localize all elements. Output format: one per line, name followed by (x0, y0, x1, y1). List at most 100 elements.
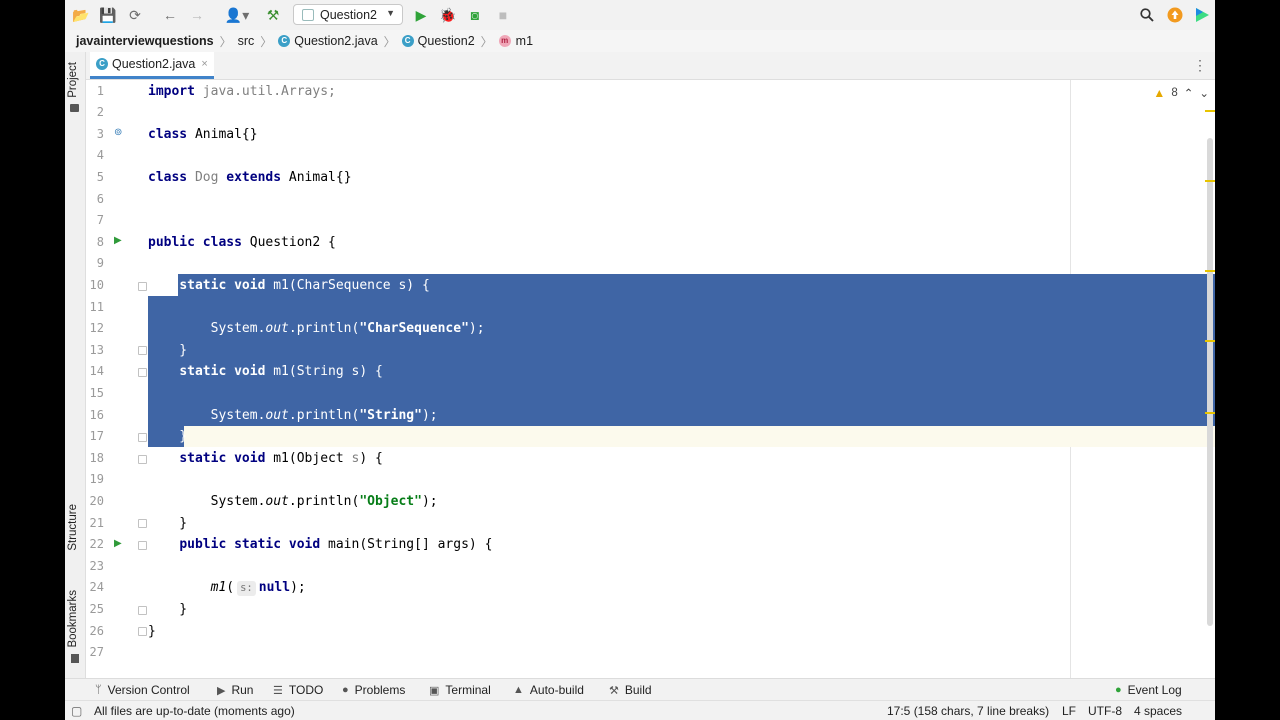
breadcrumb-method[interactable]: m m1 (498, 34, 533, 48)
version-control-tab[interactable]: ᛘ Version Control (95, 683, 190, 697)
breadcrumb-folder[interactable]: src (238, 34, 255, 48)
code-line[interactable]: 8 public class Question2 { (86, 232, 1215, 254)
back-arrow-icon[interactable]: ← (160, 5, 180, 25)
search-icon[interactable] (1137, 5, 1157, 25)
coverage-icon[interactable]: ◙ (465, 5, 485, 25)
project-tool-button[interactable]: Project (67, 62, 79, 98)
code-line[interactable]: 7 (86, 210, 1215, 232)
fold-icon[interactable] (138, 282, 147, 291)
problems-tab[interactable]: ● Problems (342, 683, 405, 697)
code-line[interactable]: 2 (86, 102, 1215, 124)
fold-icon[interactable] (138, 541, 147, 550)
bookmarks-tool-button[interactable]: Bookmarks (67, 590, 79, 648)
fold-icon[interactable] (138, 627, 147, 636)
save-icon[interactable]: 💾 (98, 5, 118, 25)
chevron-up-icon[interactable]: ⌃ (1184, 86, 1194, 100)
code-line[interactable]: 21 } (86, 513, 1215, 535)
run-gutter-icon[interactable]: ▶ (114, 235, 122, 246)
stop-icon[interactable]: ■ (493, 5, 513, 25)
code-editor[interactable]: 1 import java.util.Arrays; 2 3 class Animal{… (86, 80, 1215, 678)
code-line[interactable]: 1 import java.util.Arrays; (86, 81, 1215, 103)
code-text: } (148, 513, 187, 535)
line-separator[interactable]: LF (1062, 704, 1076, 718)
code-line[interactable]: 23 (86, 556, 1215, 578)
breadcrumb-file[interactable]: C Question2.java (278, 34, 378, 48)
status-bar-toggle-icon[interactable]: ▢ (71, 704, 82, 718)
warning-marker[interactable] (1205, 180, 1215, 182)
code-line[interactable]: 12 System.out.println("CharSequence"); (86, 318, 1215, 340)
breadcrumb-class[interactable]: C Question2 (401, 34, 475, 48)
code-line[interactable]: 9 (86, 253, 1215, 275)
indent-setting[interactable]: 4 spaces (1134, 704, 1182, 718)
user-dropdown-icon[interactable]: 👤▾ (223, 5, 251, 25)
caret-position[interactable]: 17:5 (158 chars, 7 line breaks) (887, 704, 1049, 718)
warning-marker[interactable] (1205, 270, 1215, 272)
vertical-scrollbar[interactable] (1205, 108, 1215, 678)
structure-tool-button[interactable]: Structure (67, 504, 79, 551)
open-folder-icon[interactable]: 📂 (71, 5, 91, 25)
code-line[interactable]: 16 System.out.println("String"); (86, 405, 1215, 427)
code-line[interactable]: 13 } (86, 340, 1215, 362)
more-vertical-icon[interactable]: ⋮ (1193, 57, 1207, 74)
tab-label: Question2.java (112, 57, 196, 71)
code-line[interactable]: 17 } (86, 426, 1215, 448)
fold-icon[interactable] (138, 346, 147, 355)
chevron-down-icon[interactable]: ⌄ (1199, 86, 1209, 100)
code-token: "CharSequence" (359, 321, 469, 337)
breadcrumb-project[interactable]: javainterviewquestions (76, 34, 214, 48)
code-line[interactable]: 3 class Animal{} (86, 124, 1215, 146)
fold-icon[interactable] (138, 433, 147, 442)
event-log-tab[interactable]: ● Event Log (1115, 683, 1182, 697)
code-line[interactable]: 4 (86, 145, 1215, 167)
build-hammer-icon[interactable]: ⚒ (263, 5, 283, 25)
run-config-dropdown[interactable]: Question2 ▼ (293, 4, 403, 25)
fold-icon[interactable] (138, 455, 147, 464)
fold-icon[interactable] (138, 606, 147, 615)
run-icon[interactable]: ▶ (411, 5, 431, 25)
breadcrumb: javainterviewquestions 〉 src 〉 C Questio… (65, 30, 1215, 53)
left-tool-stripe: Project Structure Bookmarks (65, 52, 86, 680)
file-encoding[interactable]: UTF-8 (1088, 704, 1122, 718)
implemented-marker-icon[interactable]: ⊚ (114, 127, 122, 138)
code-line[interactable]: 26} (86, 621, 1215, 643)
inspections-widget[interactable]: ▲ 8 ⌃ ⌄ (1153, 86, 1209, 100)
warning-marker[interactable] (1205, 340, 1215, 342)
code-token: static void (179, 450, 266, 466)
code-line[interactable]: 11 (86, 297, 1215, 319)
code-line[interactable]: 27 (86, 642, 1215, 664)
forward-arrow-icon[interactable]: → (187, 5, 207, 25)
code-line[interactable]: 14 static void m1(String s) { (86, 361, 1215, 383)
toolbox-icon[interactable] (1192, 5, 1212, 25)
terminal-tab[interactable]: ▣ Terminal (429, 683, 491, 697)
fold-icon[interactable] (138, 519, 147, 528)
todo-tab[interactable]: ☰ TODO (273, 683, 323, 697)
close-icon[interactable]: × (201, 58, 207, 70)
run-tab[interactable]: ▶ Run (217, 683, 253, 697)
code-line[interactable]: 25 } (86, 599, 1215, 621)
status-message[interactable]: All files are up-to-date (moments ago) (94, 704, 295, 718)
sync-icon[interactable]: ⟳ (125, 5, 145, 25)
fold-icon[interactable] (138, 368, 147, 377)
update-icon[interactable] (1165, 5, 1185, 25)
build-tab[interactable]: ⚒ Build (609, 683, 652, 697)
code-line[interactable]: 10 static void m1(CharSequence s) { (86, 275, 1215, 297)
code-line[interactable]: 18 static void m1(Object s) { (86, 448, 1215, 470)
auto-build-tab[interactable]: ▲ Auto-build (513, 683, 584, 697)
warning-marker[interactable] (1205, 110, 1215, 112)
debug-icon[interactable]: 🐞 (438, 5, 458, 25)
code-line[interactable]: 5 class Dog extends Animal{} (86, 167, 1215, 189)
code-line[interactable]: 22 public static void main(String[] args… (86, 534, 1215, 556)
code-line[interactable]: 6 (86, 189, 1215, 211)
tab-question2-java[interactable]: C Question2.java × (90, 52, 214, 79)
run-gutter-icon[interactable]: ▶ (114, 538, 122, 549)
code-line[interactable]: 24 m1(s: null); (86, 577, 1215, 599)
code-line[interactable]: 20 System.out.println("Object"); (86, 491, 1215, 513)
code-line[interactable]: 15 (86, 383, 1215, 405)
code-line[interactable]: 19 (86, 469, 1215, 491)
scroll-thumb[interactable] (1207, 138, 1213, 626)
line-number: 18 (89, 450, 104, 465)
line-number: 4 (96, 148, 104, 163)
code-text: static void m1(Object s) { (148, 448, 383, 470)
line-number: 11 (89, 299, 104, 314)
warning-marker[interactable] (1205, 412, 1215, 414)
